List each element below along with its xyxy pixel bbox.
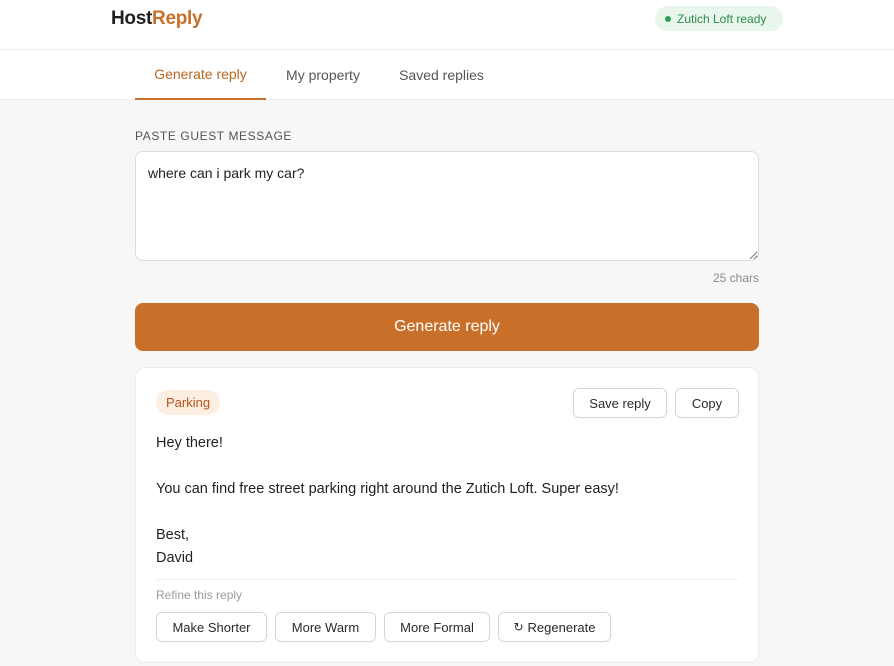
more-warm-button[interactable]: More Warm [275,612,376,642]
guest-message-input[interactable] [135,151,759,261]
app-logo[interactable]: HostReply [111,8,203,30]
logo-host: Host [111,8,153,29]
reply-message: You can find free street parking right a… [156,481,619,497]
reply-body[interactable]: Hey there! You can find free street park… [156,432,740,570]
reply-signoff: Best, [156,527,190,543]
category-badge: Parking [156,390,221,415]
make-shorter-button[interactable]: Make Shorter [156,612,267,642]
copy-button[interactable]: Copy [675,388,739,418]
top-bar: HostReply Zutich Loft ready [0,0,894,50]
generate-reply-button[interactable]: Generate reply [135,303,759,351]
divider [156,579,738,580]
char-count: 25 chars [712,271,759,285]
status-text: Zutich Loft ready [677,11,767,26]
status-dot-icon [665,15,671,22]
refine-label: Refine this reply [156,588,243,602]
tab-saved-replies[interactable]: Saved replies [388,50,495,100]
tab-my-property[interactable]: My property [274,50,372,100]
reply-signature: David [156,550,194,566]
more-formal-button[interactable]: More Formal [384,612,490,642]
logo-reply: Reply [152,8,203,29]
regenerate-button[interactable]: ↻ Regenerate [498,612,611,642]
regenerate-label: Regenerate [527,619,596,635]
reply-card: Parking Save reply Copy Hey there! You c… [135,367,759,663]
tab-generate-reply[interactable]: Generate reply [135,50,266,100]
tab-bar: Generate reply My property Saved replies [0,50,894,100]
save-reply-button[interactable]: Save reply [573,388,667,418]
refresh-icon: ↻ [513,620,524,634]
property-status-badge: Zutich Loft ready [655,6,783,31]
reply-greeting: Hey there! [156,435,223,451]
guest-message-label: PASTE GUEST MESSAGE [135,129,292,143]
